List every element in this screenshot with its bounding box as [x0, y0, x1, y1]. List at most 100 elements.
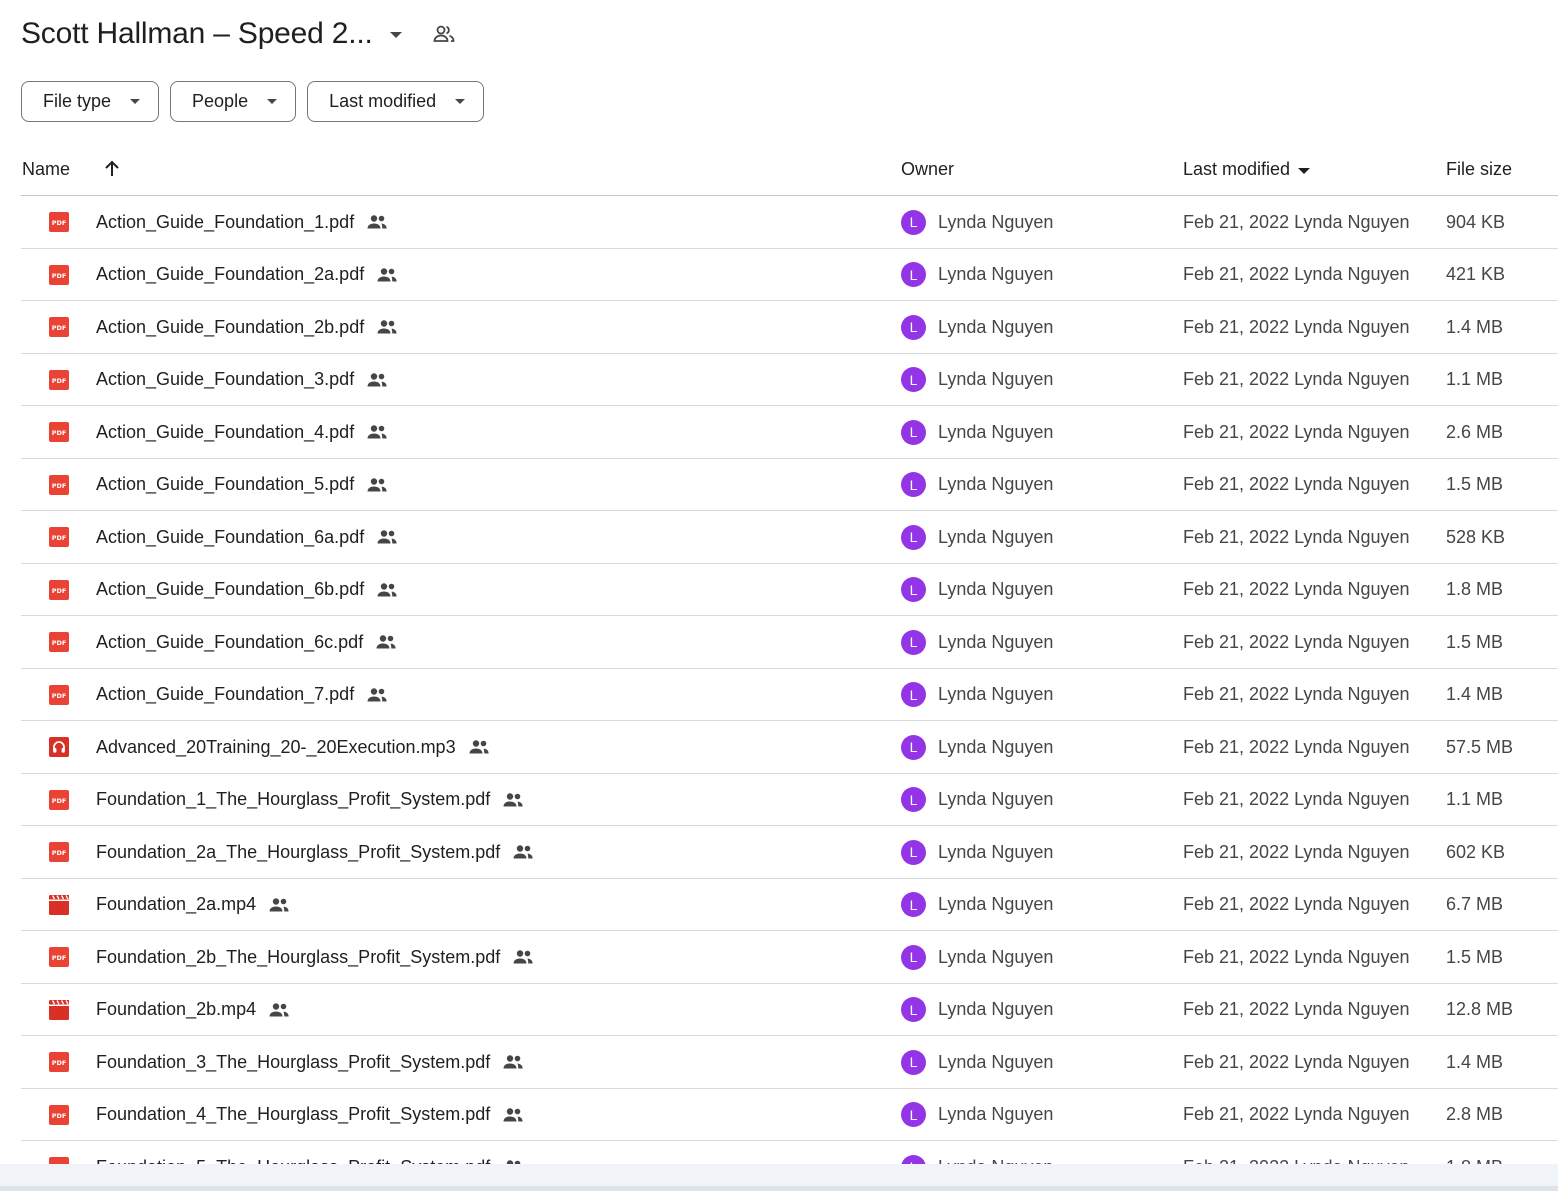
owner-avatar[interactable]: L	[901, 787, 926, 812]
file-row[interactable]: PDF Action_Guide_Foundation_7.pdf L Lynd…	[21, 669, 1558, 721]
file-row[interactable]: PDF Foundation_2b_The_Hourglass_Profit_S…	[21, 931, 1558, 984]
shared-people-icon	[366, 214, 388, 230]
file-name-cell: Foundation_1_The_Hourglass_Profit_System…	[96, 774, 524, 826]
owner-cell: L Lynda Nguyen	[901, 249, 1053, 301]
owner-avatar[interactable]: L	[901, 629, 926, 655]
file-row[interactable]: PDF Foundation_3_The_Hourglass_Profit_Sy…	[21, 1036, 1558, 1089]
file-row[interactable]: PDF Foundation_4_The_Hourglass_Profit_Sy…	[21, 1089, 1558, 1141]
owner-cell: L Lynda Nguyen	[901, 1089, 1053, 1141]
shared-people-icon	[375, 634, 397, 650]
file-size: 1.8 MB	[1446, 579, 1504, 599]
owner-cell: L Lynda Nguyen	[901, 196, 1053, 248]
folder-title[interactable]: Scott Hallman – Speed 2...	[21, 17, 373, 51]
owner-avatar[interactable]: L	[901, 314, 926, 340]
file-name: Foundation_2a.mp4	[96, 894, 257, 914]
filter-last-modified[interactable]: Last modified	[307, 81, 485, 122]
sort-ascending-arrow-icon[interactable]	[101, 158, 123, 180]
last-modified: Feb 21, 2022 Lynda Nguyen	[1183, 1104, 1410, 1124]
owner-avatar[interactable]: L	[901, 997, 926, 1022]
file-name: Action_Guide_Foundation_3.pdf	[96, 369, 355, 389]
column-label: Name	[22, 159, 71, 179]
file-row[interactable]: PDF Action_Guide_Foundation_3.pdf L Lynd…	[21, 354, 1558, 406]
owner-name: Lynda Nguyen	[938, 789, 1054, 809]
owner-avatar[interactable]: L	[901, 209, 926, 235]
filter-label: Last modified	[329, 91, 437, 111]
filter-label: People	[192, 91, 249, 111]
owner-avatar[interactable]: L	[901, 419, 926, 445]
owner-avatar[interactable]: L	[901, 367, 926, 392]
last-modified: Feb 21, 2022 Lynda Nguyen	[1183, 1051, 1410, 1072]
last-modified: Feb 21, 2022 Lynda Nguyen	[1183, 789, 1410, 809]
file-row[interactable]: Foundation_2a.mp4 L Lynda Nguyen Feb 21,…	[21, 879, 1558, 931]
chevron-down-icon	[130, 99, 141, 104]
owner-avatar[interactable]: L	[901, 734, 926, 760]
folder-menu-caret-icon[interactable]	[389, 32, 402, 38]
file-name: Foundation_1_The_Hourglass_Profit_System…	[96, 789, 491, 809]
owner-avatar[interactable]: L	[901, 524, 926, 550]
file-size: 1.5 MB	[1446, 474, 1504, 494]
shared-people-icon	[376, 582, 398, 598]
shared-people-icon	[268, 897, 290, 913]
owner-avatar[interactable]: L	[901, 1049, 926, 1075]
file-row[interactable]: PDF Action_Guide_Foundation_1.pdf L Lynd…	[21, 196, 1558, 249]
owner-avatar[interactable]: L	[901, 472, 926, 497]
owner-avatar[interactable]: L	[901, 682, 926, 707]
file-size: 528 KB	[1446, 526, 1506, 547]
owner-cell: L Lynda Nguyen	[901, 984, 1053, 1036]
owner-avatar[interactable]: L	[901, 1154, 926, 1164]
filter-people[interactable]: People	[170, 81, 297, 122]
pdf-file-icon: PDF	[49, 1104, 69, 1125]
file-row[interactable]: Foundation_2b.mp4 L Lynda Nguyen Feb 21,…	[21, 984, 1558, 1036]
shared-people-icon	[512, 844, 534, 860]
column-header-file-size[interactable]: File size	[1446, 144, 1512, 195]
file-row[interactable]: PDF Foundation_1_The_Hourglass_Profit_Sy…	[21, 774, 1558, 826]
svg-text:PDF: PDF	[52, 692, 67, 700]
column-label: Last modified	[1183, 159, 1291, 179]
owner-avatar[interactable]: L	[901, 577, 926, 602]
owner-avatar[interactable]: L	[901, 839, 926, 865]
last-modified: Feb 21, 2022 Lynda Nguyen	[1183, 211, 1410, 232]
file-row[interactable]: PDF Action_Guide_Foundation_6c.pdf L Lyn…	[21, 616, 1558, 669]
last-modified: Feb 21, 2022 Lynda Nguyen	[1183, 946, 1410, 967]
svg-text:PDF: PDF	[52, 1112, 67, 1120]
owner-avatar[interactable]: L	[901, 944, 926, 970]
svg-text:PDF: PDF	[52, 219, 67, 227]
owner-cell: L Lynda Nguyen	[901, 669, 1053, 721]
owner-name: Lynda Nguyen	[938, 684, 1054, 704]
file-name: Advanced_20Training_20-_20Execution.mp3	[96, 736, 456, 757]
video-file-icon	[49, 894, 69, 915]
owner-name: Lynda Nguyen	[938, 841, 1054, 862]
owner-name: Lynda Nguyen	[938, 999, 1054, 1019]
column-header-last-modified[interactable]: Last modified	[1183, 144, 1311, 195]
column-header-name[interactable]: Name	[22, 144, 70, 195]
owner-avatar[interactable]: L	[901, 262, 926, 287]
file-row[interactable]: PDF Action_Guide_Foundation_5.pdf L Lynd…	[21, 459, 1558, 511]
pdf-file-icon: PDF	[49, 527, 69, 547]
file-row[interactable]: PDF Foundation_5_The_Hourglass_Profit_Sy…	[21, 1141, 1558, 1164]
file-size: 57.5 MB	[1446, 736, 1514, 757]
owner-name: Lynda Nguyen	[938, 894, 1054, 914]
owner-avatar[interactable]: L	[901, 1102, 926, 1127]
file-row[interactable]: PDF Action_Guide_Foundation_2a.pdf L Lyn…	[21, 249, 1558, 301]
file-row[interactable]: PDF Action_Guide_Foundation_2b.pdf L Lyn…	[21, 301, 1558, 354]
pdf-file-icon: PDF	[49, 1052, 69, 1072]
shared-people-icon	[366, 477, 388, 493]
filter-file-type[interactable]: File type	[21, 81, 160, 122]
file-row[interactable]: PDF Action_Guide_Foundation_4.pdf L Lynd…	[21, 406, 1558, 459]
pdf-file-icon: PDF	[49, 264, 69, 285]
file-row[interactable]: Advanced_20Training_20-_20Execution.mp3 …	[21, 721, 1558, 774]
people-outline-icon[interactable]	[431, 21, 457, 47]
file-row[interactable]: PDF Foundation_2a_The_Hourglass_Profit_S…	[21, 826, 1558, 879]
last-modified: Feb 21, 2022 Lynda Nguyen	[1183, 474, 1410, 494]
file-size: 1.4 MB	[1446, 684, 1504, 704]
last-modified: Feb 21, 2022 Lynda Nguyen	[1183, 316, 1410, 337]
owner-avatar[interactable]: L	[901, 892, 926, 917]
file-row[interactable]: PDF Action_Guide_Foundation_6a.pdf L Lyn…	[21, 511, 1558, 564]
file-row[interactable]: PDF Action_Guide_Foundation_6b.pdf L Lyn…	[21, 564, 1558, 616]
file-name-cell: Action_Guide_Foundation_6c.pdf	[96, 616, 397, 668]
owner-cell: L Lynda Nguyen	[901, 774, 1053, 826]
svg-text:PDF: PDF	[52, 324, 67, 332]
owner-cell: L Lynda Nguyen	[901, 406, 1053, 458]
file-name: Action_Guide_Foundation_5.pdf	[96, 474, 355, 494]
file-name: Action_Guide_Foundation_6c.pdf	[96, 631, 364, 652]
